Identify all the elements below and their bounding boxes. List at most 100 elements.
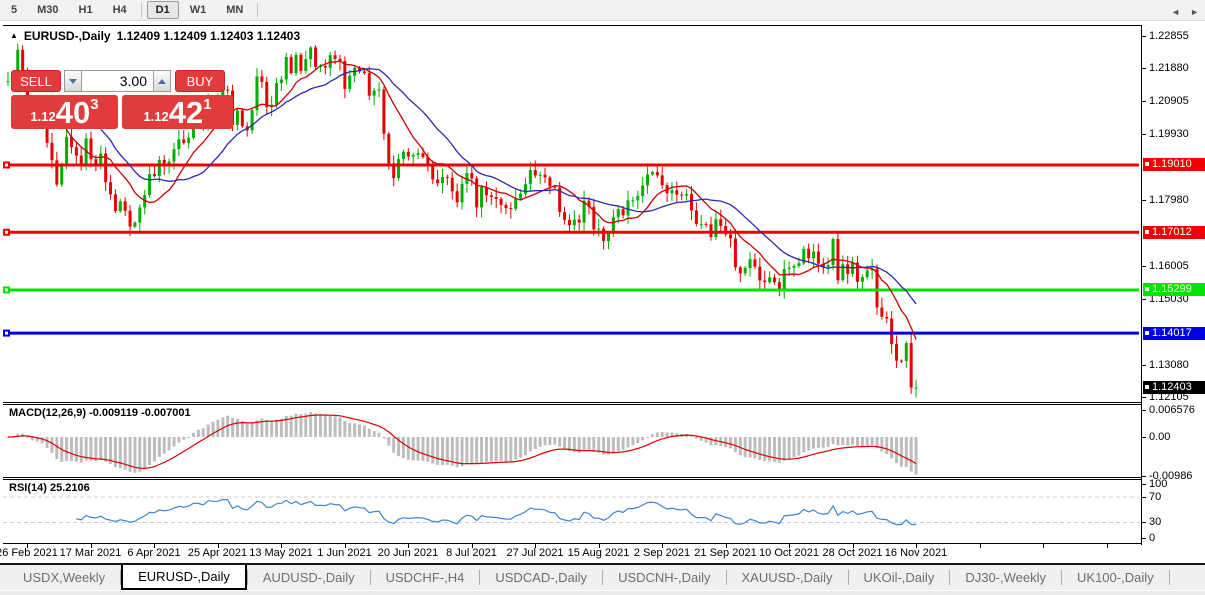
- date-axis: 26 Feb 202117 Mar 2021 6 Apr 2021 25 Apr 2…: [3, 544, 1141, 563]
- price-axis-tick: [1142, 538, 1146, 539]
- volume-increase-button[interactable]: [153, 70, 171, 92]
- tab-scroll-nav: ◄ ►: [1171, 7, 1199, 17]
- date-label: 28 Oct 2021: [823, 547, 883, 559]
- price-axis-tick: [1142, 36, 1146, 37]
- toolbar-separator: [141, 3, 142, 18]
- date-label: 2 Sep 2021: [634, 547, 690, 559]
- date-label: 16 Nov 2021: [885, 547, 947, 559]
- toolbar-separator: [257, 3, 258, 18]
- price-axis-label: 0.006576: [1149, 404, 1195, 416]
- date-label: 15 Aug 2021: [568, 547, 630, 559]
- chart-tab-usdcnh-daily[interactable]: USDCNH-,Daily: [603, 565, 725, 590]
- price-axis-label: 1.13080: [1149, 359, 1189, 371]
- status-strip: [0, 590, 1205, 595]
- volume-input[interactable]: 3.00: [82, 70, 153, 92]
- chart-tab-eurusd-daily[interactable]: EURUSD-,Daily: [121, 565, 247, 590]
- sell-button[interactable]: SELL: [11, 70, 61, 92]
- chart-collapse-icon[interactable]: ▲: [10, 31, 18, 40]
- price-axis-tick: [1142, 476, 1146, 477]
- chart-tab-xauusd-daily[interactable]: XAUUSD-,Daily: [727, 565, 848, 590]
- price-axis-tick: [1142, 200, 1146, 201]
- chart-symbol-label: EURUSD-,Daily: [24, 29, 111, 43]
- chart-tab-bar: USDX,WeeklyEURUSD-,DailyAUDUSD-,DailyUSD…: [0, 563, 1205, 590]
- timeframe-button-mn[interactable]: MN: [217, 1, 252, 19]
- price-axis-label: 30: [1149, 516, 1161, 528]
- tab-scroll-left-icon[interactable]: ◄: [1171, 7, 1180, 17]
- chart-tab-usdcad-daily[interactable]: USDCAD-,Daily: [480, 565, 602, 590]
- bid-price-box[interactable]: 1.12403: [11, 95, 118, 129]
- price-axis-label: 100: [1149, 478, 1167, 490]
- date-label: 26 Feb 2021: [0, 547, 58, 559]
- date-label: 21 Sep 2021: [694, 547, 756, 559]
- price-axis-label: 1.16005: [1149, 260, 1189, 272]
- date-axis-tick: [1043, 544, 1044, 548]
- date-axis-tick: [1107, 544, 1108, 548]
- price-axis-tick: [1142, 437, 1146, 438]
- timeframe-toolbar: 5M30H1H4 D1W1MN: [0, 0, 1205, 21]
- price-axis-label: 1.19930: [1149, 128, 1189, 140]
- date-label: 27 Jul 2021: [507, 547, 564, 559]
- price-badge-current: 1.12403: [1143, 381, 1205, 394]
- arrow-up-icon: [158, 79, 166, 84]
- chart-tab-audusd-daily[interactable]: AUDUSD-,Daily: [248, 565, 370, 590]
- date-label: 1 Jun 2021: [317, 547, 371, 559]
- date-label: 17 Mar 2021: [60, 547, 122, 559]
- macd-indicator-panel: MACD(12,26,9) -0.009119 -0.007001: [3, 404, 1141, 478]
- one-click-trading-panel: SELL 3.00 BUY 1.12403 1.12421: [11, 70, 233, 129]
- volume-spinner: 3.00: [64, 70, 171, 92]
- timeframe-button-m30[interactable]: M30: [28, 1, 67, 19]
- price-axis-tick: [1142, 299, 1146, 300]
- date-label: 25 Apr 2021: [188, 547, 247, 559]
- timeframe-button-d1[interactable]: D1: [147, 1, 179, 19]
- timeframe-button-5[interactable]: 5: [2, 1, 26, 19]
- price-axis-tick: [1142, 365, 1146, 366]
- tab-separator: [1169, 570, 1170, 585]
- date-label: 6 Apr 2021: [127, 547, 180, 559]
- chart-tab-usdx-weekly[interactable]: USDX,Weekly: [8, 565, 120, 590]
- buy-button[interactable]: BUY: [175, 70, 225, 92]
- ask-price-pip: 1: [203, 95, 211, 113]
- date-label: 8 Jul 2021: [446, 547, 497, 559]
- price-axis-tick: [1142, 134, 1146, 135]
- price-axis-label: 0.00: [1149, 431, 1170, 443]
- ask-price-box[interactable]: 1.12421: [122, 95, 233, 129]
- price-axis-label: 1.17980: [1149, 194, 1189, 206]
- price-badge-115299: 1.15299: [1143, 283, 1205, 296]
- arrow-down-icon: [69, 79, 77, 84]
- bid-price-pip: 3: [90, 95, 98, 113]
- rsi-chart: [3, 480, 1139, 543]
- price-axis-tick: [1142, 484, 1146, 485]
- date-label: 13 May 2021: [249, 547, 313, 559]
- price-axis-tick: [1142, 266, 1146, 267]
- price-badge-114017: 1.14017: [1143, 327, 1205, 340]
- bid-price-main: 40: [56, 99, 90, 127]
- macd-label: MACD(12,26,9) -0.009119 -0.007001: [9, 407, 191, 419]
- price-badge-117012: 1.17012: [1143, 226, 1205, 239]
- date-axis-tick: [980, 544, 981, 548]
- trading-terminal-window: 5M30H1H4 D1W1MN ▲ EURUSD-,Daily 1.12409 1…: [0, 0, 1205, 595]
- price-axis-label: 0: [1149, 532, 1155, 544]
- chart-tab-usdchf-h4[interactable]: USDCHF-,H4: [371, 565, 480, 590]
- ask-price-prefix: 1.12: [143, 109, 168, 127]
- price-axis-tick: [1142, 101, 1146, 102]
- price-axis-tick: [1142, 410, 1146, 411]
- chart-tab-dj30-weekly[interactable]: DJ30-,Weekly: [950, 565, 1061, 590]
- price-axis-tick: [1142, 522, 1146, 523]
- tab-scroll-right-icon[interactable]: ►: [1190, 7, 1199, 17]
- price-axis-tick: [1142, 497, 1146, 498]
- chart-title: ▲ EURUSD-,Daily 1.12409 1.12409 1.12403 …: [10, 29, 300, 43]
- chart-tab-ukoil-daily[interactable]: UKOil-,Daily: [849, 565, 950, 590]
- volume-decrease-button[interactable]: [64, 70, 82, 92]
- date-label: 20 Jun 2021: [378, 547, 439, 559]
- date-label: 10 Oct 2021: [759, 547, 819, 559]
- price-axis: 1.228551.218801.209051.199301.179801.160…: [1141, 25, 1205, 545]
- price-axis-label: 70: [1149, 491, 1161, 503]
- timeframe-button-h4[interactable]: H4: [104, 1, 136, 19]
- timeframe-button-w1[interactable]: W1: [181, 1, 216, 19]
- bid-price-prefix: 1.12: [30, 109, 55, 127]
- main-chart-panel: ▲ EURUSD-,Daily 1.12409 1.12409 1.12403 …: [3, 25, 1141, 403]
- ask-price-main: 42: [169, 99, 203, 127]
- timeframe-button-h1[interactable]: H1: [70, 1, 102, 19]
- price-badge-119010: 1.19010: [1143, 158, 1205, 171]
- chart-tab-uk100-daily[interactable]: UK100-,Daily: [1062, 565, 1169, 590]
